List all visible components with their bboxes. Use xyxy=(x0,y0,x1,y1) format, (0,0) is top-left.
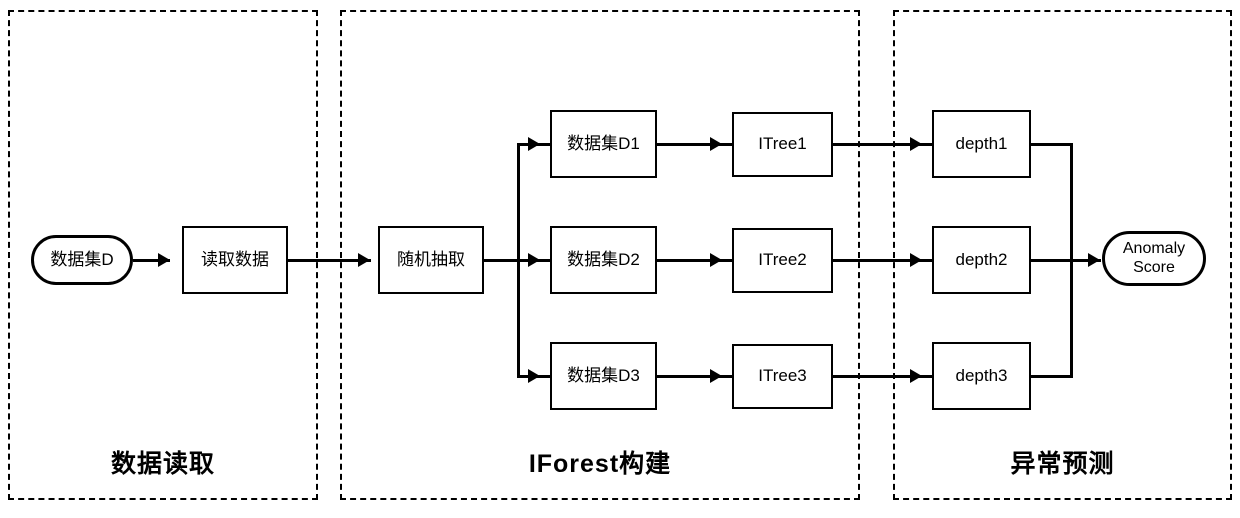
arrowhead-itree2 xyxy=(710,253,722,267)
node-dataset-d3[interactable]: 数据集D3 xyxy=(550,342,657,410)
arrowhead-depth3 xyxy=(910,369,922,383)
arrowhead-d2 xyxy=(528,253,540,267)
arrowhead-randomsample xyxy=(358,253,370,267)
node-dataset-d1[interactable]: 数据集D1 xyxy=(550,110,657,178)
arrowhead-depth1 xyxy=(910,137,922,151)
panel-label-data-reading: 数据读取 xyxy=(110,450,215,478)
flowchart-canvas: 数据读取 IForest构建 异常预测 数据集D 读取数据 随机抽取 数据集D1… xyxy=(0,0,1240,518)
node-read-data[interactable]: 读取数据 xyxy=(182,226,288,294)
arrowhead-d1 xyxy=(528,137,540,151)
connector-d3-to-itree3 xyxy=(657,374,734,378)
node-dataset-d[interactable]: 数据集D xyxy=(31,235,133,285)
panel-label-anomaly-predict: 异常预测 xyxy=(1010,450,1115,478)
arrowhead-depth2 xyxy=(910,253,922,267)
node-dataset-d2[interactable]: 数据集D2 xyxy=(550,226,657,294)
connector-d2-to-itree2 xyxy=(657,258,734,262)
arrowhead-anomaly-score xyxy=(1088,253,1100,267)
node-itree3[interactable]: ITree3 xyxy=(732,344,833,409)
node-anomaly-score[interactable]: Anomaly Score xyxy=(1102,231,1206,286)
node-itree2[interactable]: ITree2 xyxy=(732,228,833,293)
anomaly-score-line-1: Anomaly xyxy=(1122,240,1186,258)
arrowhead-readdata xyxy=(158,253,170,267)
node-depth2[interactable]: depth2 xyxy=(932,226,1031,294)
node-depth1[interactable]: depth1 xyxy=(932,110,1031,178)
connector-d1-to-itree1 xyxy=(657,142,734,146)
connector-depth1-to-bus xyxy=(1031,142,1073,146)
arrowhead-d3 xyxy=(528,369,540,383)
arrowhead-itree1 xyxy=(710,137,722,151)
arrowhead-itree3 xyxy=(710,369,722,383)
panel-label-iforest-build: IForest构建 xyxy=(528,450,672,478)
connector-depth3-to-bus xyxy=(1031,374,1073,378)
node-itree1[interactable]: ITree1 xyxy=(732,112,833,177)
node-random-sample[interactable]: 随机抽取 xyxy=(378,226,484,294)
node-depth3[interactable]: depth3 xyxy=(932,342,1031,410)
connector-randomsample-to-bus xyxy=(484,258,520,262)
anomaly-score-line-2: Score xyxy=(1133,258,1175,276)
